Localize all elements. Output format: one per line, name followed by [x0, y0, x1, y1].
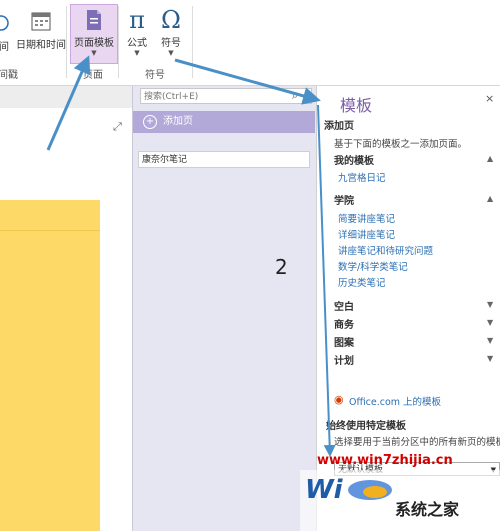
- template-link[interactable]: 详细讲座笔记: [338, 227, 395, 241]
- group-symbols-label: 符号: [145, 70, 165, 81]
- datetime-button[interactable]: 日期和时间: [14, 8, 68, 51]
- add-page-label: 添加页: [163, 116, 193, 127]
- chevron-down-icon: ▼: [91, 49, 97, 57]
- chevron-down-icon[interactable]: ▼: [487, 318, 493, 327]
- office-icon: ◉: [334, 393, 344, 406]
- pi-icon: π: [129, 6, 145, 34]
- chevron-down-icon: ▼: [134, 49, 140, 57]
- chevron-down-icon[interactable]: ▼: [487, 354, 493, 363]
- my-templates-heading[interactable]: 我的模板: [334, 152, 374, 167]
- template-link[interactable]: 历史类笔记: [338, 275, 386, 289]
- note-divider: [0, 230, 100, 231]
- template-link[interactable]: 九宫格日记: [338, 170, 386, 184]
- expand-icon[interactable]: ⤢: [113, 120, 122, 134]
- symbol-button[interactable]: Ω 符号 ▼: [156, 6, 186, 57]
- left-partial-button[interactable]: 间: [0, 8, 14, 53]
- chevron-up-icon[interactable]: ▲: [487, 194, 493, 203]
- chevron-down-icon[interactable]: ▼: [487, 300, 493, 309]
- left-button-label: 间: [0, 42, 9, 53]
- category-patterns[interactable]: 图案: [334, 334, 354, 349]
- page-template-icon: [87, 10, 101, 30]
- chevron-up-icon[interactable]: ▲: [487, 154, 493, 163]
- add-page-heading: 添加页: [324, 121, 354, 132]
- always-use-heading: 始终使用特定模板: [326, 421, 406, 432]
- clock-icon: [0, 15, 9, 31]
- ribbon-separator: [66, 6, 67, 78]
- watermark-brand: 系统之家: [395, 500, 460, 519]
- category-blank[interactable]: 空白: [334, 298, 354, 313]
- svg-text:Wi: Wi: [305, 475, 344, 505]
- academic-heading[interactable]: 学院: [334, 192, 354, 207]
- datetime-label: 日期和时间: [16, 40, 66, 51]
- calendar-icon: [31, 12, 51, 31]
- ribbon-separator: [118, 6, 119, 78]
- page-template-button[interactable]: 页面模板 ▼: [70, 4, 118, 64]
- search-icon[interactable]: ⌕: [292, 90, 304, 102]
- search-input[interactable]: 搜索(Ctrl+E): [140, 88, 312, 104]
- group-timestamp-label: 间戳: [0, 70, 18, 81]
- formula-button[interactable]: π 公式 ▼: [122, 6, 152, 57]
- office-templates-link[interactable]: Office.com 上的模板: [349, 394, 441, 408]
- add-page-button[interactable]: + 添加页: [133, 111, 315, 133]
- template-link[interactable]: 简要讲座笔记: [338, 211, 395, 225]
- chevron-down-icon[interactable]: ▼: [487, 336, 493, 345]
- omega-icon: Ω: [161, 6, 181, 34]
- pane-title: 模板: [340, 96, 373, 115]
- note-container[interactable]: [0, 200, 100, 531]
- template-link[interactable]: 讲座笔记和待研究问题: [338, 243, 433, 257]
- group-page-label: 页面: [83, 70, 103, 81]
- template-link[interactable]: 数学/科学类笔记: [338, 259, 408, 273]
- symbol-label: 符号: [161, 38, 181, 49]
- add-page-desc: 基于下面的模板之一添加页面。: [334, 139, 468, 150]
- step-number: 2: [275, 255, 288, 279]
- plus-icon: +: [143, 115, 157, 129]
- always-use-desc: 选择要用于当前分区中的所有新页的模板。: [334, 437, 500, 448]
- close-icon[interactable]: ×: [485, 92, 494, 105]
- ribbon: 间 日期和时间 页面模板 ▼ π 公式 ▼ Ω 符号 ▼ 间戳 页面 符号: [0, 0, 500, 86]
- category-business[interactable]: 商务: [334, 316, 354, 331]
- ribbon-separator: [192, 6, 193, 78]
- search-placeholder: 搜索(Ctrl+E): [144, 92, 199, 102]
- watermark-url: www.win7zhijia.cn: [317, 453, 453, 468]
- formula-label: 公式: [127, 38, 147, 49]
- page-template-label: 页面模板: [74, 38, 114, 49]
- chevron-down-icon: ▼: [168, 49, 174, 57]
- category-planners[interactable]: 计划: [334, 352, 354, 367]
- page-list-item[interactable]: 康奈尔笔记: [138, 151, 310, 168]
- note-header-bar: [0, 86, 132, 109]
